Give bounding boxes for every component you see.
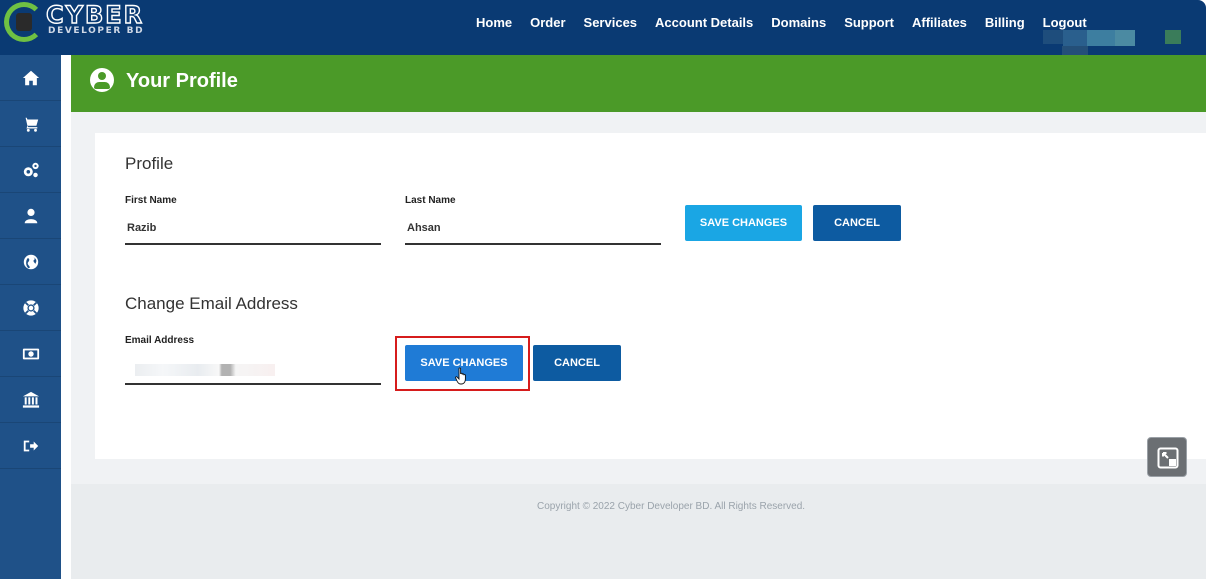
top-navbar: CYBER DEVELOPER BD Home Order Services A… — [0, 0, 1206, 55]
last-name-label: Last Name — [405, 195, 456, 206]
cart-icon — [22, 117, 38, 132]
profile-section-title: Profile — [125, 154, 174, 173]
nav-billing[interactable]: Billing — [976, 14, 1034, 32]
globe-icon — [23, 254, 38, 269]
sidebar-item-logout[interactable] — [0, 423, 61, 469]
sidebar-item-home[interactable] — [0, 55, 61, 101]
pip-button[interactable] — [1147, 437, 1187, 477]
nav-domains[interactable]: Domains — [762, 14, 835, 32]
footer: Copyright © 2022 Cyber Developer BD. All… — [71, 484, 1206, 579]
brand-subname: DEVELOPER BD — [48, 26, 145, 36]
sidebar-item-billing[interactable] — [0, 331, 61, 377]
sidebar-gutter — [61, 55, 71, 579]
home-icon — [22, 70, 39, 85]
email-address-label: Email Address — [125, 335, 195, 346]
sidebar-item-affiliates[interactable] — [0, 377, 61, 423]
first-name-label: First Name — [125, 195, 177, 206]
sidebar-item-account[interactable] — [0, 193, 61, 239]
page-title: Your Profile — [126, 70, 238, 92]
email-section-title: Change Email Address — [125, 294, 298, 313]
nav-support[interactable]: Support — [835, 14, 903, 32]
sidebar-item-support[interactable] — [0, 285, 61, 331]
email-cancel-button[interactable]: CANCEL — [533, 345, 621, 381]
sidebar-item-services[interactable] — [0, 147, 61, 193]
lifebuoy-icon — [22, 299, 39, 316]
profile-cancel-button[interactable]: CANCEL — [813, 205, 901, 241]
sidebar-item-order[interactable] — [0, 101, 61, 147]
nav-services[interactable]: Services — [575, 14, 647, 32]
bank-icon — [22, 391, 39, 408]
brand-name: CYBER — [45, 1, 145, 29]
last-name-input[interactable] — [405, 213, 661, 245]
nav-affiliates[interactable]: Affiliates — [903, 14, 976, 32]
logout-icon — [23, 440, 38, 451]
first-name-input[interactable] — [125, 213, 381, 245]
pip-icon — [1157, 447, 1179, 469]
money-icon — [22, 348, 39, 359]
hand-cursor-icon — [455, 367, 466, 385]
main-nav: Home Order Services Account Details Doma… — [467, 14, 1096, 32]
page-header: Your Profile — [71, 55, 1206, 112]
nav-order[interactable]: Order — [521, 14, 574, 32]
blurred-email-value — [135, 364, 275, 376]
user-circle-icon — [90, 68, 114, 92]
nav-home[interactable]: Home — [467, 14, 521, 32]
sidebar — [0, 55, 61, 579]
copyright-text: Copyright © 2022 Cyber Developer BD. All… — [537, 501, 806, 512]
app-window: CYBER DEVELOPER BD Home Order Services A… — [0, 0, 1206, 579]
profile-save-button[interactable]: SAVE CHANGES — [685, 205, 802, 241]
sidebar-item-domains[interactable] — [0, 239, 61, 285]
user-icon — [24, 208, 37, 223]
gears-icon — [23, 162, 39, 177]
brand-logo[interactable]: CYBER DEVELOPER BD — [4, 1, 154, 50]
nav-account-details[interactable]: Account Details — [646, 14, 762, 32]
profile-card: Profile First Name Last Name SAVE CHANGE… — [95, 133, 1206, 459]
logo-mark-icon — [4, 2, 44, 42]
